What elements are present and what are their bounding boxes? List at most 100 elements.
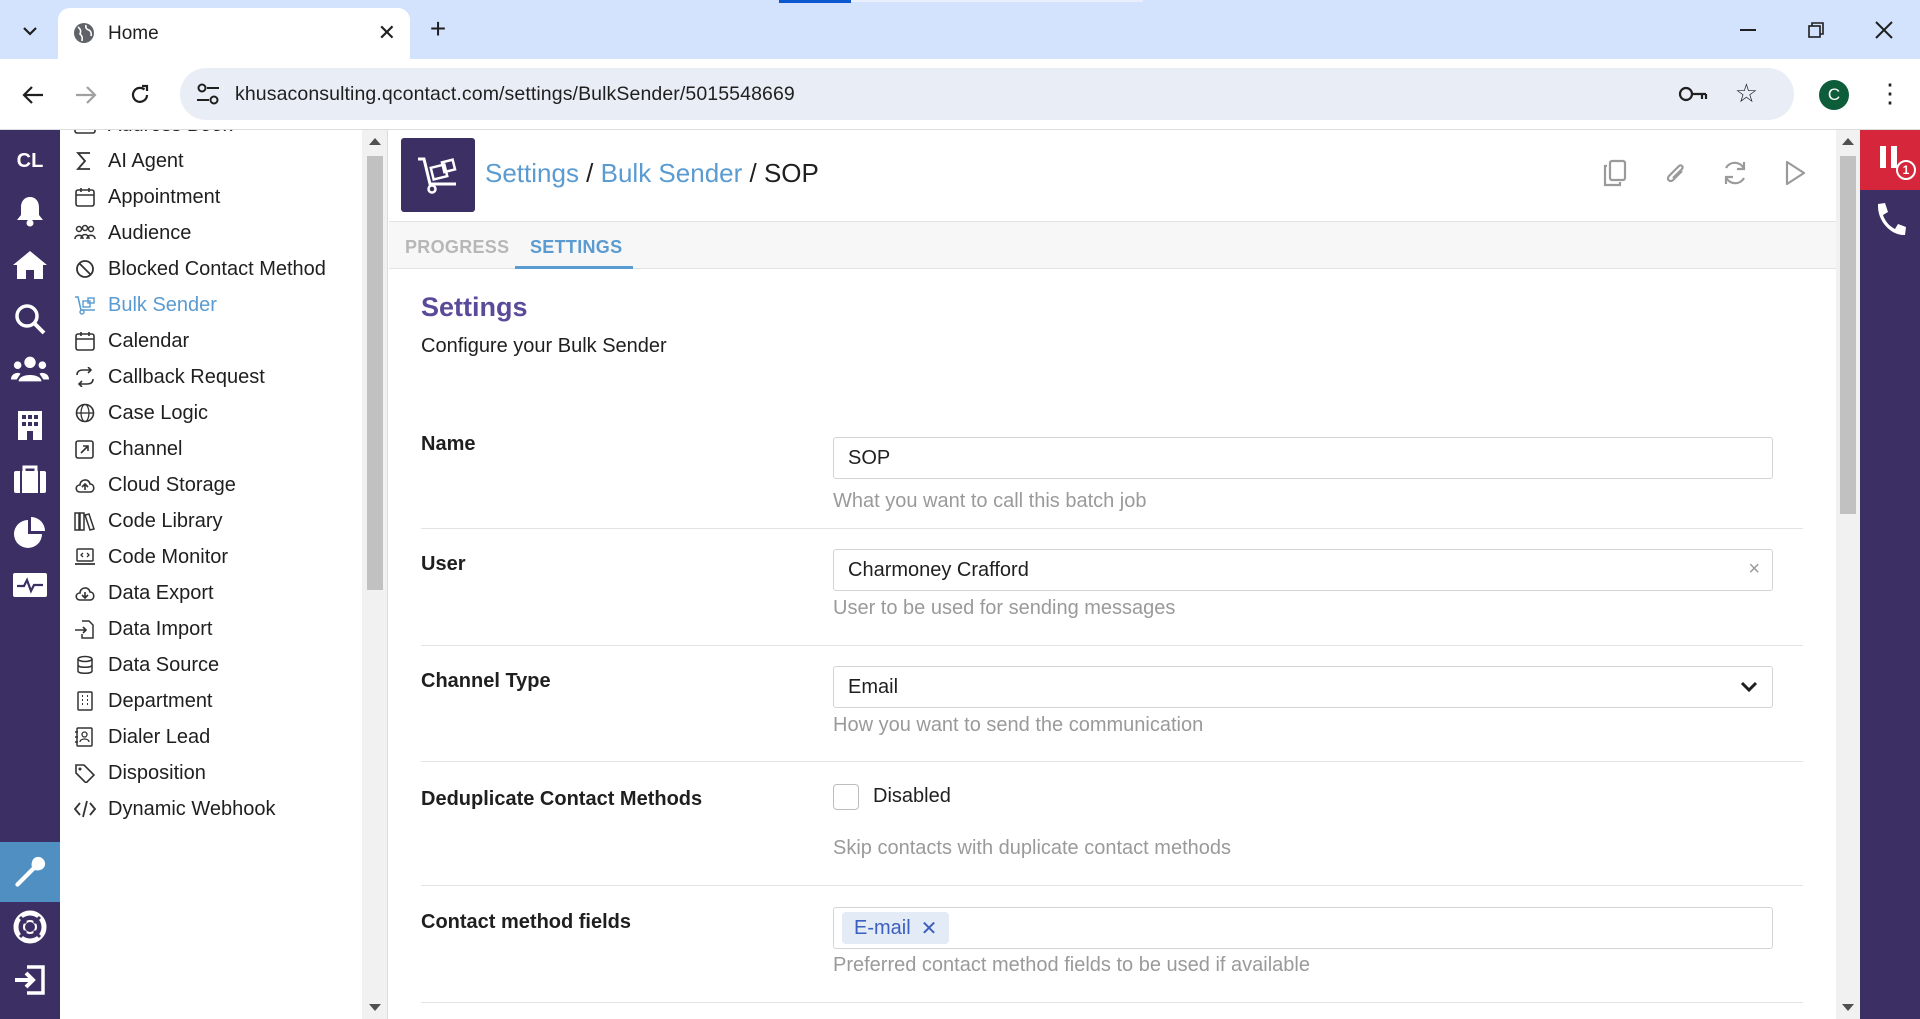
settings-item-data-import[interactable]: Data Import <box>60 609 362 649</box>
sigma-icon <box>76 152 90 170</box>
user-row: User Charmoney Crafford × User to be use… <box>421 529 1803 646</box>
main-scrollbar[interactable] <box>1836 130 1860 1019</box>
settings-item-bulk-sender[interactable]: Bulk Sender <box>60 285 362 325</box>
settings-item-dynamic-webhook[interactable]: Dynamic Webhook <box>60 789 362 829</box>
page-header: Settings / Bulk Sender / SOP <box>389 130 1836 222</box>
close-tab-icon[interactable]: ✕ <box>378 20 396 46</box>
browser-menu-icon[interactable]: ⋮ <box>1877 78 1903 108</box>
breadcrumb-settings-link[interactable]: Settings <box>485 158 579 188</box>
dedupe-checkbox-label: Disabled <box>873 785 951 807</box>
settings-item-data-export[interactable]: Data Export <box>60 573 362 613</box>
settings-item-code-library[interactable]: Code Library <box>60 501 362 541</box>
search-icon[interactable] <box>11 300 49 338</box>
password-key-icon[interactable] <box>1678 82 1708 106</box>
arrow-right-icon <box>76 86 97 104</box>
tab-settings[interactable]: SETTINGS <box>530 237 622 258</box>
forward-button[interactable] <box>66 75 106 115</box>
settings-list-scrollbar[interactable] <box>362 130 388 1019</box>
database-icon <box>77 655 93 674</box>
settings-item-label: Cloud Storage <box>108 474 236 496</box>
ban-icon <box>76 260 94 278</box>
address-bar[interactable]: khusaconsulting.qcontact.com/settings/Bu… <box>180 68 1794 120</box>
settings-item-dialer-lead[interactable]: Dialer Lead <box>60 717 362 757</box>
browser-toolbar: khusaconsulting.qcontact.com/settings/Bu… <box>0 59 1920 130</box>
new-tab-button[interactable]: + <box>422 14 454 44</box>
home-icon[interactable] <box>11 246 49 284</box>
scroll-down-arrow-icon[interactable] <box>369 1004 381 1011</box>
scrollbar-thumb[interactable] <box>367 156 383 590</box>
people-icon[interactable] <box>11 350 49 388</box>
settings-item-data-source[interactable]: Data Source <box>60 645 362 685</box>
settings-item-blocked-contact-method[interactable]: Blocked Contact Method <box>60 249 362 289</box>
settings-item-callback-request[interactable]: Callback Request <box>60 357 362 397</box>
help-ring-icon[interactable] <box>11 908 49 946</box>
refresh-icon <box>1724 161 1746 185</box>
settings-item-case-logic[interactable]: Case Logic <box>60 393 362 433</box>
remove-chip-icon[interactable]: ✕ <box>921 916 938 941</box>
scroll-up-arrow-icon[interactable] <box>369 138 381 145</box>
user-label: User <box>421 553 466 575</box>
contact-field-chip: E-mail ✕ <box>842 912 950 944</box>
dolly-icon <box>418 157 457 194</box>
wrench-icon[interactable] <box>11 853 49 891</box>
logout-icon[interactable] <box>11 961 49 999</box>
dedupe-help: Skip contacts with duplicate contact met… <box>833 837 1231 859</box>
channel-type-select[interactable]: Email <box>833 666 1773 708</box>
settings-item-label: Code Library <box>108 510 223 532</box>
breadcrumb-separator: / <box>742 158 764 188</box>
scrollbar-thumb[interactable] <box>1840 156 1856 514</box>
back-button[interactable] <box>13 75 53 115</box>
section-title: Settings <box>421 292 528 322</box>
bookmark-star-icon[interactable]: ☆ <box>1735 80 1758 106</box>
name-row: Name SOP What you want to call this batc… <box>421 422 1803 529</box>
brand-logo[interactable]: CL <box>0 150 60 173</box>
settings-item-channel[interactable]: Channel <box>60 429 362 469</box>
main-panel: Settings / Bulk Sender / SOP PROGRESS SE… <box>389 130 1836 1019</box>
settings-item-code-monitor[interactable]: Code Monitor <box>60 537 362 577</box>
contact-fields-input[interactable]: E-mail ✕ <box>833 907 1773 949</box>
url-text[interactable]: khusaconsulting.qcontact.com/settings/Bu… <box>235 83 795 106</box>
refresh-button[interactable] <box>1718 156 1752 190</box>
monitor-icon[interactable] <box>11 568 49 606</box>
scroll-down-arrow-icon[interactable] <box>1842 1004 1854 1011</box>
profile-avatar[interactable]: C <box>1819 80 1849 110</box>
building-icon[interactable] <box>11 406 49 444</box>
scroll-up-arrow-icon[interactable] <box>1842 138 1854 145</box>
section-subtitle: Configure your Bulk Sender <box>421 335 667 357</box>
attach-button[interactable] <box>1658 156 1692 190</box>
clear-user-icon[interactable]: × <box>1748 558 1760 581</box>
globe-icon <box>75 403 95 423</box>
tab-search-button[interactable] <box>12 13 48 49</box>
copy-button[interactable] <box>1598 156 1632 190</box>
settings-item-appointment[interactable]: Appointment <box>60 177 362 217</box>
settings-item-disposition[interactable]: Disposition <box>60 753 362 793</box>
settings-item-department[interactable]: Department <box>60 681 362 721</box>
phone-button[interactable] <box>1872 200 1908 240</box>
breadcrumb-bulk-sender-link[interactable]: Bulk Sender <box>601 158 743 188</box>
address-card-icon <box>74 130 96 134</box>
building-small-icon <box>77 691 93 711</box>
briefcase-icon[interactable] <box>11 460 49 498</box>
bell-icon[interactable] <box>11 192 49 230</box>
pause-button[interactable] <box>1860 130 1920 190</box>
restore-button[interactable] <box>1796 12 1836 48</box>
minimize-button[interactable] <box>1728 12 1768 48</box>
pie-chart-icon[interactable] <box>11 514 49 552</box>
user-select[interactable]: Charmoney Crafford × <box>833 549 1773 591</box>
settings-item-cloud-storage[interactable]: Cloud Storage <box>60 465 362 505</box>
dedupe-checkbox[interactable] <box>833 784 859 810</box>
tabstrip-indicator <box>779 0 851 3</box>
chip-label: E-mail <box>854 916 911 939</box>
tab-progress[interactable]: PROGRESS <box>405 237 509 258</box>
close-window-button[interactable] <box>1864 12 1904 48</box>
run-button[interactable] <box>1778 156 1812 190</box>
reload-button[interactable] <box>120 75 160 115</box>
active-tab-indicator <box>515 266 633 269</box>
settings-item-calendar[interactable]: Calendar <box>60 321 362 361</box>
browser-tab[interactable]: Home ✕ <box>58 8 410 59</box>
settings-item-audience[interactable]: Audience <box>60 213 362 253</box>
name-input[interactable]: SOP <box>833 437 1773 479</box>
user-select-value: Charmoney Crafford <box>848 559 1029 581</box>
settings-item-ai-agent[interactable]: AI Agent <box>60 141 362 181</box>
restore-icon <box>1808 22 1824 38</box>
